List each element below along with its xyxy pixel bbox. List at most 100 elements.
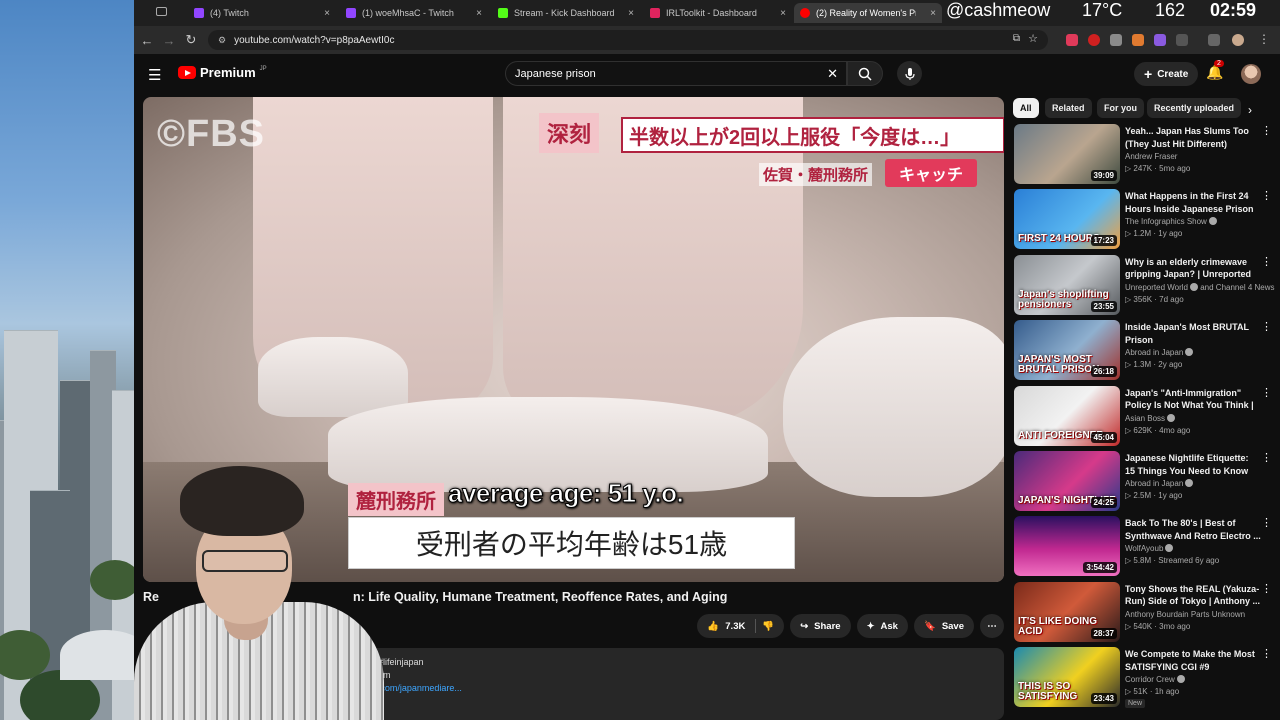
recommended-video-title[interactable]: Yeah... Japan Has Slums Too (They Just H… [1125,125,1261,150]
video-duration: 26:18 [1090,366,1117,378]
recommended-video-title[interactable]: What Happens in the First 24 Hours Insid… [1125,190,1261,215]
translated-subtitle: average age: 51 y.o. [447,478,684,509]
channel-name[interactable]: WolfAyoub [1125,544,1275,553]
video-thumbnail[interactable]: ANTI FOREIGNER 45:04 [1014,385,1120,446]
recommended-video-title[interactable]: Why is an elderly crimewave gripping Jap… [1125,256,1261,281]
recommended-video-title[interactable]: Japanese Nightlife Etiquette: 15 Things … [1125,452,1261,477]
hamburger-menu-icon[interactable]: ☰ [148,66,161,84]
close-icon[interactable]: × [476,8,482,19]
chip-for-you[interactable]: For you [1097,98,1144,118]
recommended-video-item[interactable]: JAPAN'S NIGHTLIFE 24:25 Japanese Nightlife… [1013,451,1280,513]
more-vertical-icon[interactable]: ⋮ [1261,320,1272,333]
browser-menu-icon[interactable]: ⋮ [1258,32,1270,46]
recommended-video-title[interactable]: Tony Shows the REAL (Yakuza-Run) Side of… [1125,583,1261,608]
tab-youtube-active[interactable]: (2) Reality of Women's Pr × [794,3,942,23]
video-stats: ▷ 356K · 7d ago [1125,294,1184,304]
recommended-video-item[interactable]: Japan's shoplifting pensioners 23:55 Why i… [1013,254,1280,317]
url-text: youtube.com/watch?v=p8paAewtI0c [234,34,395,46]
video-thumbnail[interactable]: Japan's shoplifting pensioners 23:55 [1014,254,1120,315]
save-button[interactable]: 🔖 Save [913,614,974,638]
webcam-hair [180,466,304,536]
video-thumbnail[interactable]: THIS IS SO SATISFYING 23:43 [1014,647,1120,708]
notifications-button[interactable]: 🔔 2 [1206,60,1224,81]
voice-search-button[interactable] [897,61,922,86]
channel-name[interactable]: The Infographics Show [1125,217,1275,226]
recommended-video-item[interactable]: ANTI FOREIGNER 45:04 Japan's "Anti-Immigra… [1013,385,1280,448]
extension-icon[interactable] [1088,34,1100,46]
video-thumbnail[interactable]: JAPAN'S MOST BRUTAL PRISON 26:18 [1014,320,1120,381]
youtube-premium-logo[interactable]: Premium JP [178,65,267,80]
site-info-icon[interactable]: ⚙ [218,35,226,46]
more-vertical-icon[interactable]: ⋮ [1261,451,1272,464]
back-icon[interactable]: ← [136,33,158,48]
close-icon[interactable]: × [930,8,936,19]
close-icon[interactable]: × [780,8,786,19]
more-vertical-icon[interactable]: ⋮ [1261,516,1272,529]
reload-icon[interactable]: ↻ [180,32,202,48]
extension-icon[interactable] [1066,34,1078,46]
bookmark-icon[interactable]: ☆ [1028,32,1038,45]
tab-twitch-channel[interactable]: (1) woeMhsaC - Twitch × [340,3,488,23]
tab-twitch[interactable]: (4) Twitch × [188,3,336,23]
ask-button[interactable]: ✦ Ask [856,614,908,638]
more-vertical-icon[interactable]: ⋮ [1261,124,1272,137]
recommended-video-item[interactable]: 3:54:42 Back To The 80's | Best of Synthw… [1013,516,1280,578]
close-icon[interactable]: × [628,8,634,19]
profile-avatar[interactable] [1232,34,1244,46]
more-vertical-icon[interactable]: ⋮ [1261,386,1272,399]
reading-list-icon[interactable] [1208,34,1220,46]
extension-icon[interactable] [1132,34,1144,46]
channel-name[interactable]: Unreported World and Channel 4 News [1125,282,1275,292]
recommended-video-title[interactable]: Japan's "Anti-Immigration" Policy Is Not… [1125,387,1261,412]
chevron-right-icon[interactable]: › [1248,103,1252,117]
channel-name[interactable]: Andrew Fraser [1125,152,1275,161]
more-vertical-icon[interactable]: ⋮ [1261,189,1272,202]
address-bar[interactable]: ⚙ youtube.com/watch?v=p8paAewtI0c ⧉ ☆ [208,30,1048,50]
twitch-icon [346,8,356,18]
more-vertical-icon[interactable]: ⋮ [1261,647,1272,660]
account-avatar[interactable] [1241,64,1261,84]
channel-name[interactable]: Corridor Crew [1125,675,1275,684]
video-thumbnail[interactable]: FIRST 24 HOURS 17:23 [1014,189,1120,250]
tab-kick-dashboard[interactable]: Stream - Kick Dashboard × [492,3,640,23]
chip-recently-uploaded[interactable]: Recently uploaded [1147,98,1242,118]
recommended-video-item[interactable]: IT'S LIKE DOING ACID 28:37 Tony Shows the … [1013,581,1280,644]
extension-icon[interactable] [1154,34,1166,46]
more-vertical-icon[interactable]: ⋮ [1261,255,1272,268]
channel-name[interactable]: Asian Boss [1125,413,1275,423]
search-input[interactable]: Japanese prison ✕ [505,61,847,86]
video-thumbnail[interactable]: 39:09 [1014,124,1120,184]
broadcaster-watermark: ©FBS [157,113,265,155]
channel-name[interactable]: Abroad in Japan [1125,348,1275,357]
install-icon[interactable]: ⧉ [1013,33,1020,44]
tab-irltoolkit[interactable]: IRLToolkit - Dashboard × [644,3,792,23]
video-thumbnail[interactable]: JAPAN'S NIGHTLIFE 24:25 [1014,451,1120,511]
close-icon[interactable]: × [324,8,330,19]
recommended-video-title[interactable]: Inside Japan's Most BRUTAL Prison [1125,321,1261,346]
like-button[interactable]: 👍 7.3K 👎 [697,614,785,638]
video-duration: 23:43 [1090,693,1117,705]
recommended-video-item[interactable]: FIRST 24 HOURS 17:23 What Happens in the F… [1013,189,1280,251]
recommended-video-title[interactable]: Back To The 80's | Best of Synthwave And… [1125,517,1261,542]
clear-search-icon[interactable]: ✕ [827,66,838,82]
forward-icon[interactable]: → [158,33,180,48]
video-thumbnail[interactable]: IT'S LIKE DOING ACID 28:37 [1014,581,1120,642]
video-thumbnail[interactable]: 3:54:42 [1014,516,1120,577]
create-button[interactable]: + Create [1134,62,1199,86]
tab-overview-icon[interactable] [156,7,167,16]
share-button[interactable]: ↪ Share [790,614,851,638]
recommended-video-item[interactable]: THIS IS SO SATISFYING 23:43 We Compete to … [1013,647,1280,709]
chip-related[interactable]: Related [1045,98,1092,118]
channel-name[interactable]: Abroad in Japan [1125,479,1275,488]
search-button[interactable] [847,61,883,86]
channel-name[interactable]: Anthony Bourdain Parts Unknown [1125,610,1275,619]
chip-all[interactable]: All [1013,98,1039,118]
recommended-video-item[interactable]: JAPAN'S MOST BRUTAL PRISON 26:18 Inside Ja… [1013,320,1280,382]
more-actions-button[interactable]: ⋯ [980,614,1004,638]
extension-icon[interactable] [1110,34,1122,46]
thumbs-down-icon[interactable]: 👎 [762,621,774,632]
recommended-video-item[interactable]: 39:09 Yeah... Japan Has Slums Too (They J… [1013,124,1280,186]
recommended-video-title[interactable]: We Compete to Make the Most SATISFYING C… [1125,648,1261,673]
puzzle-icon[interactable] [1176,34,1188,46]
more-vertical-icon[interactable]: ⋮ [1261,582,1272,595]
